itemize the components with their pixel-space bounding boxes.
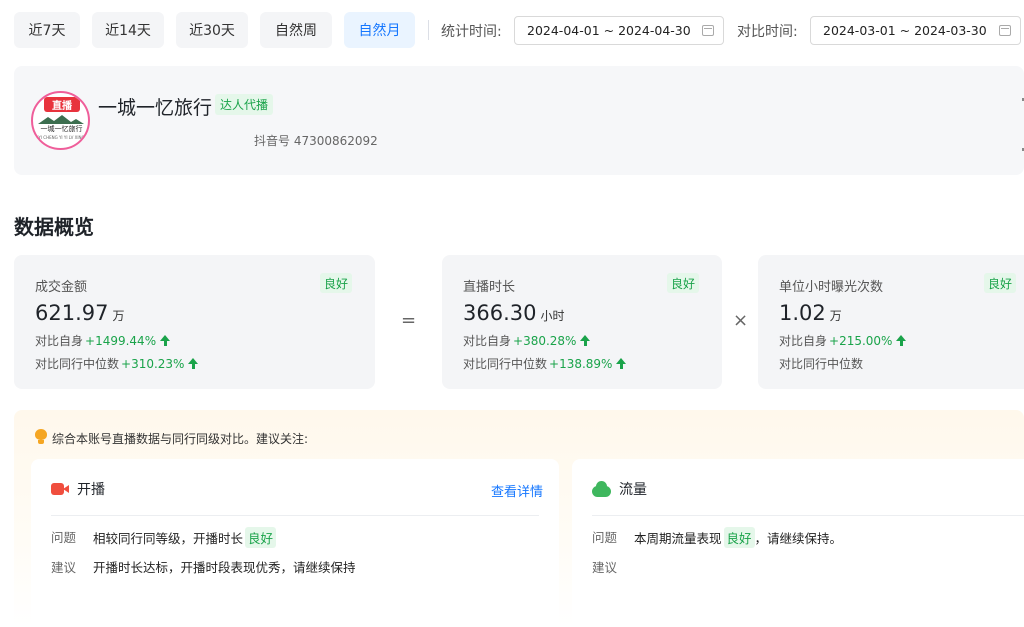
- metric-card-hourly-exposure[interactable]: 单位小时曝光次数 良好 1.02 万 对比自身 +215.00% 对比同行中位数: [758, 255, 1024, 389]
- avatar-logo-text: 一城一忆旅行: [40, 125, 83, 133]
- range-natural-month-button[interactable]: 自然月: [344, 12, 415, 48]
- lightbulb-icon: [35, 429, 47, 445]
- metric-unit: 小时: [540, 309, 565, 323]
- metric-label: 单位小时曝光次数: [779, 280, 884, 295]
- range-7-days-button[interactable]: 近7天: [14, 12, 80, 48]
- self-compare-row: 对比自身 +215.00%: [779, 332, 907, 349]
- metric-number: 1.02: [779, 301, 826, 325]
- avatar[interactable]: 直播 一城一忆旅行 YI CHENG YI YI LV XING: [31, 91, 90, 150]
- status-badge: 良好: [667, 273, 700, 293]
- metric-card-live-duration[interactable]: 直播时长 良好 366.30 小时 对比自身 +380.28% 对比同行中位数 +…: [442, 255, 722, 389]
- arrow-up-icon: [160, 335, 171, 346]
- metric-number: 621.97: [35, 301, 109, 325]
- problem-desc: 本周期流量表现: [634, 531, 722, 546]
- advice-label: 建议: [592, 560, 618, 575]
- calendar-icon: [702, 25, 714, 36]
- peer-compare-label: 对比同行中位数: [35, 357, 120, 371]
- mountain-logo-icon: [38, 115, 84, 124]
- metric-value: 366.30 小时: [463, 301, 565, 325]
- compare-time-range-picker[interactable]: 2024-03-01 ~ 2024-03-30: [810, 16, 1021, 45]
- metric-label: 成交金额: [35, 280, 88, 295]
- metric-value: 621.97 万: [35, 301, 125, 325]
- problem-label: 问题: [592, 530, 618, 545]
- arrow-up-icon: [580, 335, 591, 346]
- problem-label: 问题: [51, 530, 77, 545]
- divider: [592, 515, 1024, 516]
- range-14-days-button[interactable]: 近14天: [92, 12, 164, 48]
- suggestion-title: 综合本账号直播数据与同行同级对比。建议关注:: [52, 432, 309, 446]
- self-compare-row: 对比自身 +380.28%: [463, 332, 591, 349]
- calendar-icon: [999, 25, 1011, 36]
- compare-time-value: 2024-03-01 ~ 2024-03-30: [823, 23, 987, 38]
- advice-text: 开播时长达标，开播时段表现优秀，请继续保持: [93, 560, 356, 575]
- stat-time-label: 统计时间:: [441, 24, 502, 40]
- peer-compare-label: 对比同行中位数: [779, 357, 864, 371]
- toolbar: 近7天 近14天 近30天 自然周 自然月 统计时间: 2024-04-01 ~…: [0, 0, 1024, 62]
- status-badge: 良好: [723, 527, 755, 548]
- status-badge: 良好: [245, 527, 277, 548]
- self-compare-delta: +380.28%: [513, 333, 577, 348]
- metric-unit: 万: [829, 309, 842, 323]
- live-camera-icon: [51, 481, 69, 497]
- peer-compare-row: 对比同行中位数 +310.23%: [35, 355, 199, 372]
- avatar-logo-subtext: YI CHENG YI YI LV XING: [38, 135, 85, 140]
- self-compare-delta: +1499.44%: [85, 333, 157, 348]
- card-header: 开播: [51, 479, 105, 499]
- suggestion-card-live: 开播 查看详情 问题 相较同行同等级，开播时长 良好 建议 开播时长达标，开播时…: [31, 459, 559, 627]
- status-badge: 良好: [320, 273, 353, 293]
- self-compare-label: 对比自身: [779, 334, 828, 348]
- metric-label: 直播时长: [463, 280, 516, 295]
- card-title: 开播: [77, 482, 105, 498]
- range-natural-week-button[interactable]: 自然周: [260, 12, 332, 48]
- range-30-days-button[interactable]: 近30天: [176, 12, 248, 48]
- douyin-id: 抖音号 47300862092: [254, 134, 378, 148]
- self-compare-row: 对比自身 +1499.44%: [35, 332, 171, 349]
- divider: [51, 515, 539, 516]
- card-title: 流量: [619, 482, 647, 498]
- compare-time-label: 对比时间:: [737, 24, 798, 40]
- stat-time-range-picker[interactable]: 2024-04-01 ~ 2024-04-30: [514, 16, 724, 45]
- problem-suffix: ，请继续保持。: [754, 531, 843, 546]
- problem-text: 本周期流量表现 良好 ，请继续保持。: [634, 527, 842, 548]
- view-details-link[interactable]: 查看详情: [491, 481, 543, 500]
- toolbar-divider: [428, 20, 429, 40]
- peer-compare-row: 对比同行中位数: [779, 355, 863, 372]
- equals-operator: =: [401, 310, 417, 331]
- overview-title: 数据概览: [14, 215, 94, 239]
- advice-label: 建议: [51, 560, 77, 575]
- metric-number: 366.30: [463, 301, 537, 325]
- suggestion-panel: 综合本账号直播数据与同行同级对比。建议关注: 开播 查看详情 问题 相较同行同等…: [14, 410, 1024, 627]
- account-type-tag: 达人代播: [215, 94, 274, 115]
- status-badge: 良好: [984, 273, 1017, 293]
- metric-unit: 万: [112, 309, 125, 323]
- arrow-up-icon: [896, 335, 907, 346]
- problem-desc: 相较同行同等级，开播时长: [93, 531, 244, 546]
- self-compare-label: 对比自身: [463, 334, 512, 348]
- account-card: 直播 一城一忆旅行 YI CHENG YI YI LV XING 一城一忆旅行 …: [14, 66, 1024, 175]
- traffic-icon: [592, 481, 611, 497]
- live-badge: 直播: [44, 97, 80, 112]
- stat-time-value: 2024-04-01 ~ 2024-04-30: [527, 23, 691, 38]
- account-name: 一城一忆旅行: [98, 97, 213, 119]
- problem-text: 相较同行同等级，开播时长 良好: [93, 527, 277, 548]
- self-compare-label: 对比自身: [35, 334, 84, 348]
- peer-compare-row: 对比同行中位数 +138.89%: [463, 355, 627, 372]
- peer-compare-label: 对比同行中位数: [463, 357, 548, 371]
- multiply-operator: ×: [733, 310, 749, 331]
- peer-compare-delta: +310.23%: [121, 356, 185, 371]
- peer-compare-delta: +138.89%: [549, 356, 613, 371]
- arrow-up-icon: [616, 358, 627, 369]
- metric-card-gmv[interactable]: 成交金额 良好 621.97 万 对比自身 +1499.44% 对比同行中位数 +…: [14, 255, 375, 389]
- self-compare-delta: +215.00%: [829, 333, 893, 348]
- arrow-up-icon: [188, 358, 199, 369]
- card-header: 流量: [592, 479, 647, 499]
- metric-value: 1.02 万: [779, 301, 842, 325]
- suggestion-card-traffic: 流量 问题 本周期流量表现 良好 ，请继续保持。 建议: [572, 459, 1024, 627]
